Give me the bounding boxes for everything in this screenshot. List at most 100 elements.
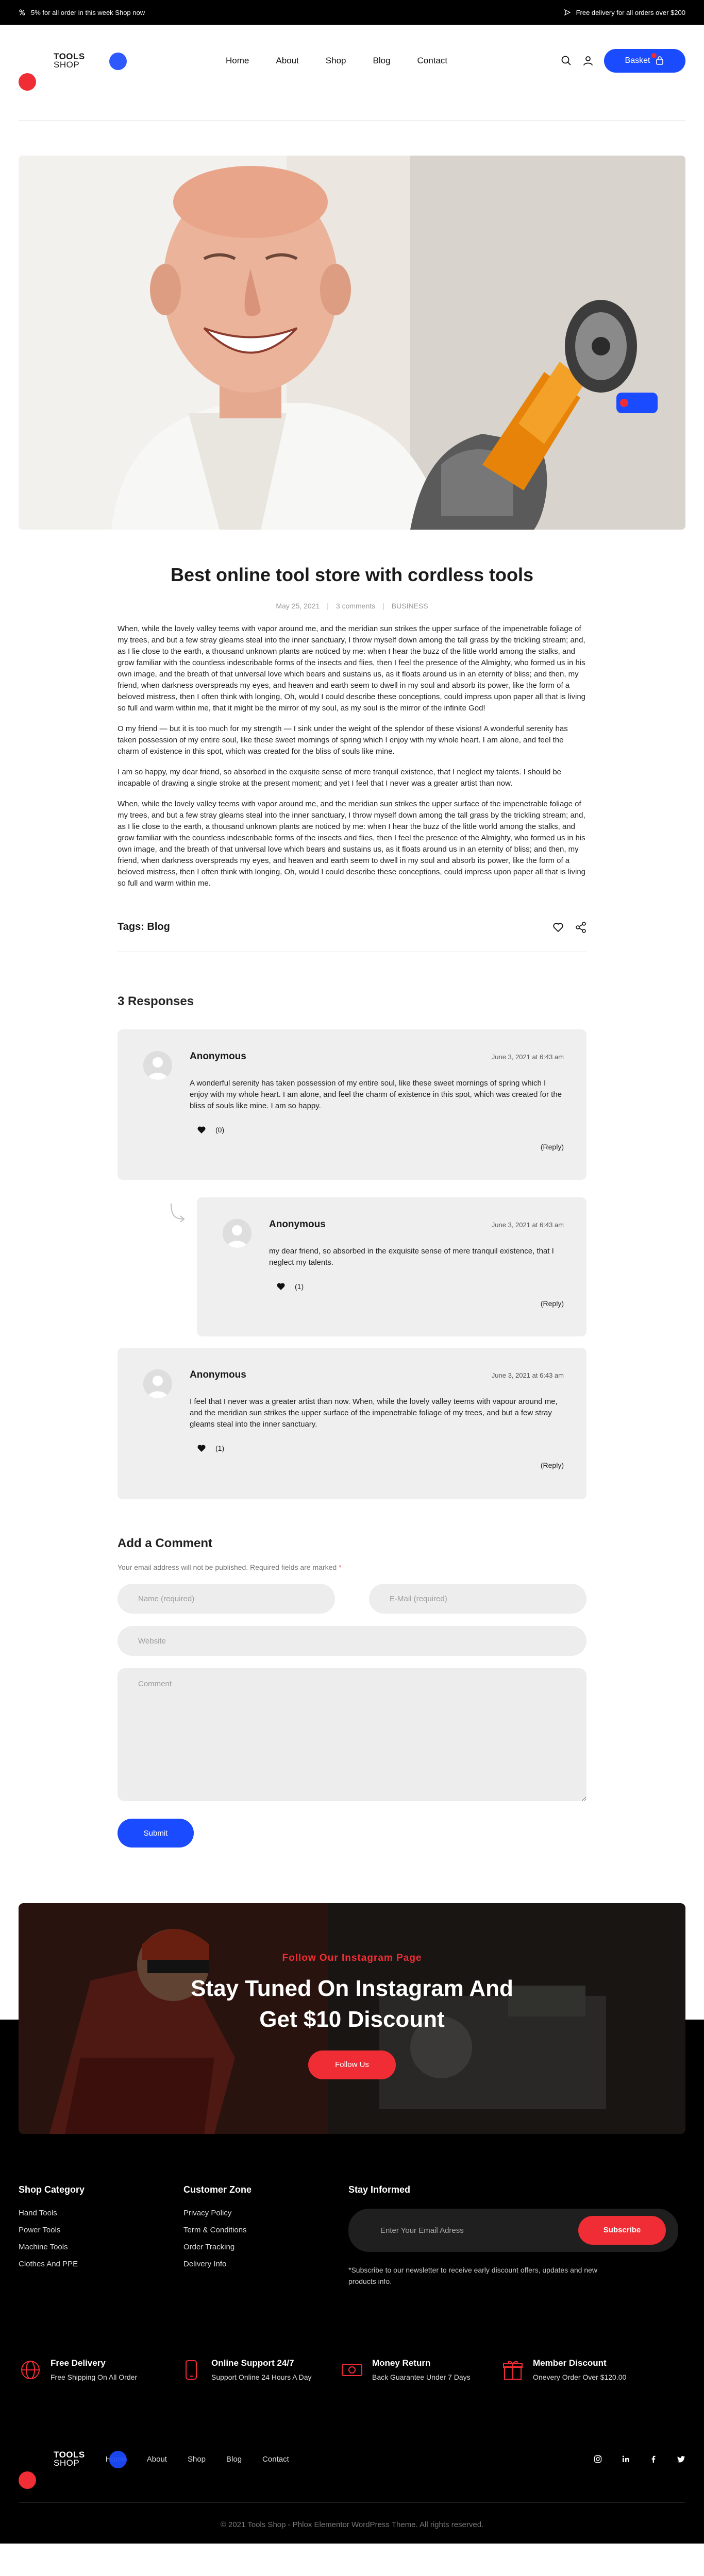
instagram-icon[interactable] <box>594 2455 602 2463</box>
feature-title: Online Support 24/7 <box>211 2358 294 2368</box>
tag-link[interactable]: Blog <box>147 921 170 933</box>
footer-link[interactable]: Delivery Info <box>183 2260 348 2268</box>
share-icon[interactable] <box>575 921 586 933</box>
comment-textarea[interactable] <box>118 1668 586 1801</box>
feature-free-delivery: Free Delivery Free Shipping On All Order <box>19 2358 179 2383</box>
customer-zone-column: Customer Zone Privacy Policy Term & Cond… <box>183 2184 348 2287</box>
comment-like[interactable]: (1) <box>276 1282 564 1291</box>
linkedin-icon[interactable] <box>622 2455 630 2463</box>
footer-link[interactable]: Term & Conditions <box>183 2226 348 2234</box>
submit-button[interactable]: Submit <box>118 1819 194 1848</box>
footer-nav: Home About Shop Blog Contact <box>106 2455 289 2464</box>
nav-blog[interactable]: Blog <box>373 56 391 66</box>
logo-text: TOOLS SHOP <box>54 2450 85 2467</box>
reply-link[interactable]: (Reply) <box>190 1143 564 1151</box>
comment-header: Anonymous June 3, 2021 at 6:43 am <box>269 1219 564 1230</box>
footer-nav-contact[interactable]: Contact <box>262 2455 289 2464</box>
comment-date[interactable]: June 3, 2021 at 6:43 am <box>492 1371 564 1379</box>
follow-us-button[interactable]: Follow Us <box>308 2050 396 2079</box>
instagram-title-line-2: Get $10 Discount <box>259 2007 445 2032</box>
avatar <box>223 1219 252 1248</box>
bag-icon <box>656 56 664 65</box>
comment-text: A wonderful serenity has taken possessio… <box>190 1079 562 1110</box>
instagram-title: Stay Tuned On Instagram And Get $10 Disc… <box>19 1973 685 2035</box>
feature-money-return: Money Return Back Guarantee Under 7 Days <box>340 2358 501 2383</box>
name-email-row <box>118 1584 586 1614</box>
post-paragraph: I am so happy, my dear friend, so absorb… <box>118 768 562 788</box>
tags: Tags: Blog <box>118 921 170 933</box>
promo-text[interactable]: 5% for all order in this week Shop now <box>31 9 145 16</box>
reply-thread: Anonymous June 3, 2021 at 6:43 am my dea… <box>118 1197 586 1336</box>
phone-icon <box>186 2360 197 2380</box>
site-footer: Shop Category Hand Tools Power Tools Mac… <box>0 2134 704 2544</box>
footer-nav-blog[interactable]: Blog <box>226 2455 242 2464</box>
heart-filled-icon[interactable] <box>276 1282 286 1291</box>
account-icon[interactable] <box>582 55 594 66</box>
avatar <box>143 1051 172 1080</box>
meta-separator: | <box>382 602 384 610</box>
footer-link[interactable]: Order Tracking <box>183 2243 348 2251</box>
feature-text: Free Shipping On All Order <box>51 2373 138 2381</box>
footer-link[interactable]: Privacy Policy <box>183 2209 348 2217</box>
delivery-area: Free delivery for all orders over $200 <box>564 9 685 16</box>
like-count: (0) <box>215 1126 225 1134</box>
heart-filled-icon[interactable] <box>197 1444 206 1453</box>
post-paragraph: O my friend — but it is too much for my … <box>118 724 568 756</box>
footer-logo[interactable]: TOOLS SHOP <box>19 2449 127 2489</box>
basket-button[interactable]: Basket <box>604 49 685 73</box>
nav-about[interactable]: About <box>276 56 298 66</box>
website-field[interactable] <box>118 1626 586 1656</box>
comment-author: Anonymous <box>190 1369 246 1380</box>
nav-shop[interactable]: Shop <box>326 56 346 66</box>
heart-icon[interactable] <box>552 922 564 933</box>
comment-date[interactable]: June 3, 2021 at 6:43 am <box>492 1053 564 1061</box>
reply-link[interactable]: (Reply) <box>269 1299 564 1308</box>
comment-like[interactable]: (1) <box>197 1444 564 1453</box>
tags-label: Tags: <box>118 921 144 933</box>
nav-contact[interactable]: Contact <box>417 56 448 66</box>
post-meta: May 25, 2021 | 3 comments | BUSINESS <box>118 602 586 610</box>
twitter-icon[interactable] <box>677 2455 685 2463</box>
instagram-banner: Follow Our Instagram Page Stay Tuned On … <box>19 1903 685 2134</box>
feature-member-discount: Member Discount Onevery Order Over $120.… <box>501 2358 662 2383</box>
social-links <box>594 2455 685 2463</box>
footer-link[interactable]: Machine Tools <box>19 2243 183 2251</box>
search-icon[interactable] <box>561 55 572 66</box>
name-field[interactable] <box>118 1584 335 1614</box>
comment-card: Anonymous June 3, 2021 at 6:43 am I feel… <box>118 1348 586 1499</box>
footer-nav-about[interactable]: About <box>147 2455 167 2464</box>
footer-link[interactable]: Power Tools <box>19 2226 183 2234</box>
percent-icon <box>19 9 25 15</box>
newsletter-email-input[interactable]: Enter Your Email Adress <box>380 2226 464 2235</box>
site-logo[interactable]: TOOLS SHOP <box>19 50 204 91</box>
required-note: Your email address will not be published… <box>118 1563 586 1571</box>
reply-link[interactable]: (Reply) <box>190 1461 564 1469</box>
post-category[interactable]: BUSINESS <box>392 602 428 610</box>
footer-nav-shop[interactable]: Shop <box>188 2455 206 2464</box>
post-title: Best online tool store with cordless too… <box>170 564 534 585</box>
heart-filled-icon[interactable] <box>197 1125 206 1134</box>
facebook-icon[interactable] <box>649 2455 658 2463</box>
reply-arrow-icon <box>171 1203 185 1223</box>
post-comments-count[interactable]: 3 comments <box>336 602 375 610</box>
footer-link[interactable]: Clothes And PPE <box>19 2260 183 2268</box>
header-divider <box>19 120 685 121</box>
newsletter-column: Stay Informed Enter Your Email Adress Su… <box>348 2184 678 2287</box>
footer-link[interactable]: Hand Tools <box>19 2209 183 2217</box>
email-field[interactable] <box>369 1584 586 1614</box>
delivery-text: Free delivery for all orders over $200 <box>576 8 685 16</box>
main-nav: Home About Shop Blog Contact <box>226 56 447 66</box>
comment-text: I feel that I never was a greater artist… <box>190 1397 558 1429</box>
comment-date[interactable]: June 3, 2021 at 6:43 am <box>492 1221 564 1229</box>
globe-icon <box>21 2361 40 2379</box>
comment-like[interactable]: (0) <box>197 1125 564 1134</box>
subscribe-button[interactable]: Subscribe <box>578 2216 666 2245</box>
responses-title: 3 Responses <box>118 994 194 1008</box>
nav-home[interactable]: Home <box>226 56 249 66</box>
instagram-section: Follow Our Instagram Page Stay Tuned On … <box>0 1903 704 2134</box>
comment-card: Anonymous June 3, 2021 at 6:43 am my dea… <box>197 1197 586 1336</box>
logo-mark-icon <box>19 2449 127 2489</box>
post-date[interactable]: May 25, 2021 <box>276 602 320 610</box>
required-mark: * <box>339 1563 342 1571</box>
gift-icon <box>503 2361 523 2380</box>
